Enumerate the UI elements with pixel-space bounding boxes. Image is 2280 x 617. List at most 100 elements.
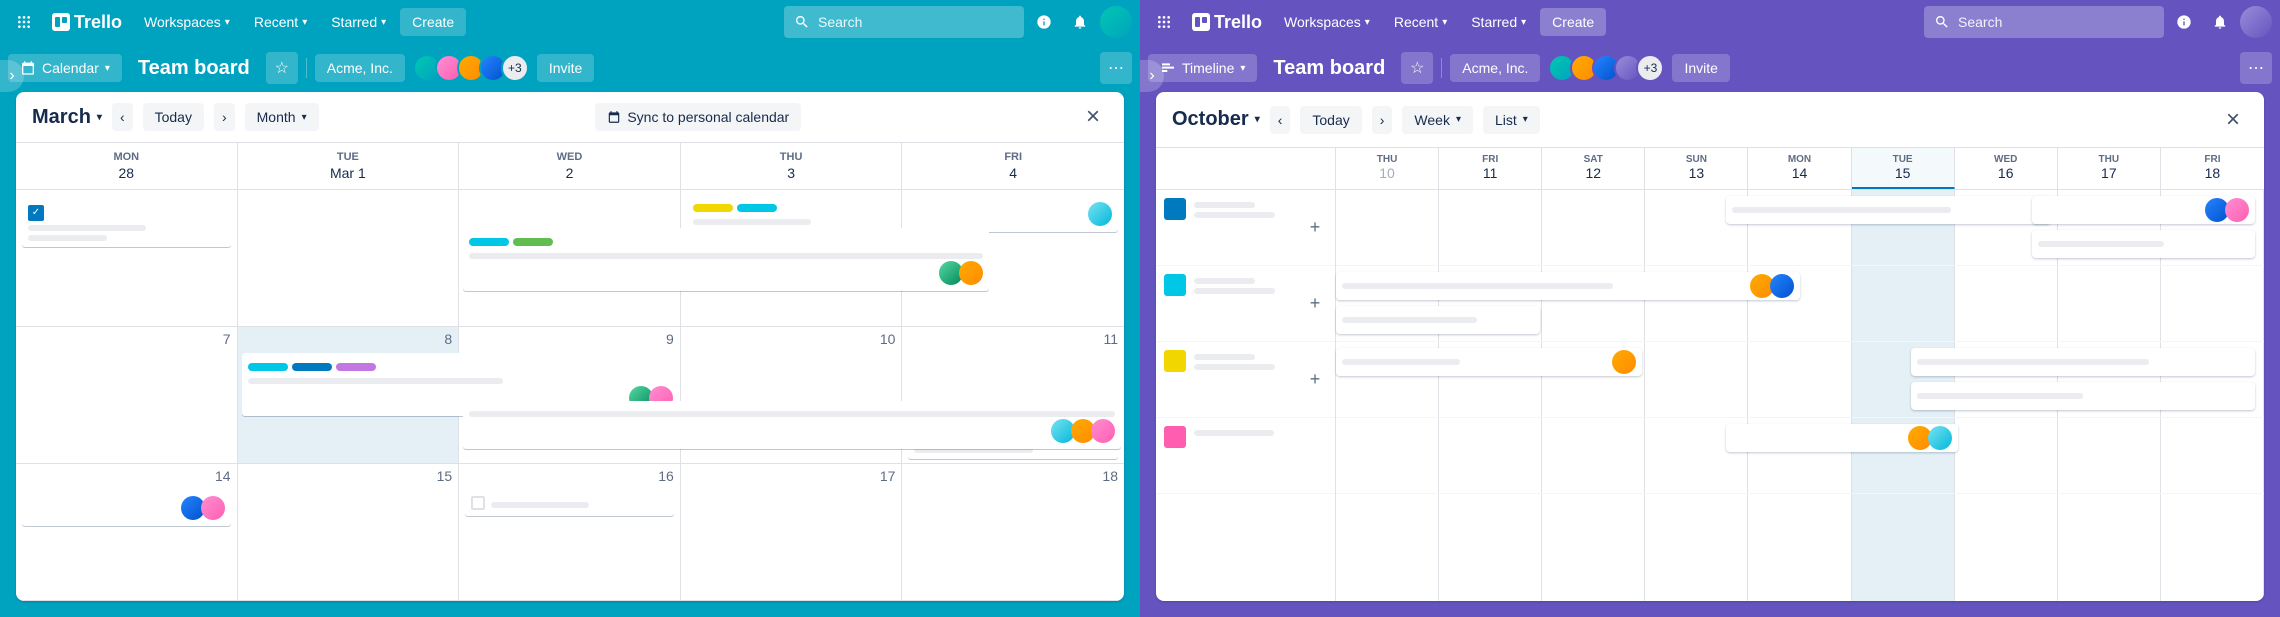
add-card-button[interactable]: + bbox=[1303, 292, 1327, 316]
timeline-row[interactable] bbox=[1336, 342, 2264, 418]
view-switcher[interactable]: Calendar▾ bbox=[8, 54, 122, 82]
topbar: Trello Workspaces▾ Recent▾ Starred▾ Crea… bbox=[0, 0, 1140, 44]
board-title[interactable]: Team board bbox=[130, 57, 258, 80]
calendar-cell[interactable]: 18 bbox=[902, 464, 1124, 600]
nav-workspaces[interactable]: Workspaces▾ bbox=[134, 8, 240, 36]
nav-workspaces[interactable]: Workspaces▾ bbox=[1274, 8, 1380, 36]
timeline-card[interactable] bbox=[1336, 348, 1642, 376]
calendar-card[interactable] bbox=[22, 488, 231, 526]
date-num: 13 bbox=[1645, 165, 1747, 181]
calendar-cell[interactable]: ✓ bbox=[16, 190, 238, 326]
workspace-button[interactable]: Acme, Inc. bbox=[1450, 54, 1540, 82]
member-overflow[interactable]: +3 bbox=[1636, 54, 1664, 82]
create-button[interactable]: Create bbox=[1540, 8, 1606, 36]
timeline-toolbar: October▾ ‹ Today › Week▾ List▾ × bbox=[1156, 92, 2264, 148]
search-input[interactable] bbox=[818, 14, 1014, 30]
info-icon[interactable] bbox=[1028, 6, 1060, 38]
add-card-button[interactable]: + bbox=[1303, 216, 1327, 240]
nav-starred[interactable]: Starred▾ bbox=[321, 8, 396, 36]
create-button[interactable]: Create bbox=[400, 8, 466, 36]
timeline-card[interactable] bbox=[1726, 196, 2051, 224]
user-avatar[interactable] bbox=[2240, 6, 2272, 38]
timeline-row[interactable] bbox=[1336, 190, 2264, 266]
nav-starred[interactable]: Starred▾ bbox=[1461, 8, 1536, 36]
range-picker[interactable]: Month▾ bbox=[245, 103, 319, 131]
notifications-icon[interactable] bbox=[1064, 6, 1096, 38]
month-picker[interactable]: October▾ bbox=[1172, 108, 1260, 131]
timeline-list-row[interactable]: + bbox=[1156, 190, 1335, 266]
timeline-card[interactable] bbox=[1911, 348, 2254, 376]
invite-button[interactable]: Invite bbox=[537, 54, 594, 82]
range-picker[interactable]: Week▾ bbox=[1402, 106, 1473, 134]
today-button[interactable]: Today bbox=[143, 103, 204, 131]
nav-recent[interactable]: Recent▾ bbox=[244, 8, 317, 36]
apps-icon[interactable] bbox=[1148, 6, 1180, 38]
prev-button[interactable]: ‹ bbox=[1270, 106, 1291, 134]
star-board[interactable]: ☆ bbox=[266, 52, 298, 84]
board-title[interactable]: Team board bbox=[1265, 57, 1393, 80]
calendar-cell[interactable]: 17 bbox=[681, 464, 903, 600]
calendar-cell[interactable]: 15 bbox=[238, 464, 460, 600]
timeline-card[interactable] bbox=[1336, 272, 1800, 300]
next-button[interactable]: › bbox=[1372, 106, 1393, 134]
calendar-card[interactable] bbox=[465, 488, 674, 516]
day-header: FRI bbox=[2161, 154, 2264, 165]
prev-button[interactable]: ‹ bbox=[112, 103, 133, 131]
next-button[interactable]: › bbox=[214, 103, 235, 131]
calendar-card[interactable] bbox=[687, 194, 896, 231]
invite-button[interactable]: Invite bbox=[1672, 54, 1729, 82]
info-icon[interactable] bbox=[2168, 6, 2200, 38]
timeline-grid: THU10 FRI11 SAT12 SUN13 MON14 TUE15 WED1… bbox=[1336, 148, 2264, 601]
calendar-cell[interactable]: 16 bbox=[459, 464, 681, 600]
timeline-row[interactable] bbox=[1336, 266, 2264, 342]
board-menu[interactable]: ⋯ bbox=[2240, 52, 2272, 84]
notifications-icon[interactable] bbox=[2204, 6, 2236, 38]
view-switcher[interactable]: Timeline▾ bbox=[1148, 54, 1257, 82]
close-button[interactable]: × bbox=[2218, 102, 2248, 138]
month-picker[interactable]: March▾ bbox=[32, 106, 102, 129]
user-avatar[interactable] bbox=[1100, 6, 1132, 38]
timeline-card[interactable] bbox=[2032, 196, 2255, 224]
day-header: SAT bbox=[1542, 154, 1644, 165]
workspace-button[interactable]: Acme, Inc. bbox=[315, 54, 405, 82]
star-board[interactable]: ☆ bbox=[1401, 52, 1433, 84]
day-header: MON bbox=[1748, 154, 1850, 165]
date-num: 9 bbox=[465, 331, 674, 347]
board-menu[interactable]: ⋯ bbox=[1100, 52, 1132, 84]
sync-button[interactable]: Sync to personal calendar bbox=[595, 103, 801, 131]
timeline-list-row[interactable]: + bbox=[1156, 342, 1335, 418]
group-picker[interactable]: List▾ bbox=[1483, 106, 1540, 134]
search-box[interactable] bbox=[784, 6, 1024, 38]
nav-recent[interactable]: Recent▾ bbox=[1384, 8, 1457, 36]
checkbox-icon[interactable] bbox=[471, 496, 485, 510]
add-card-button[interactable]: + bbox=[1303, 368, 1327, 392]
calendar-card[interactable] bbox=[463, 228, 988, 291]
calendar-cell[interactable] bbox=[459, 190, 681, 326]
timeline-card[interactable] bbox=[1726, 424, 1958, 452]
timeline-list-row[interactable]: + bbox=[1156, 266, 1335, 342]
calendar-card[interactable]: ✓ bbox=[22, 198, 231, 247]
calendar-card[interactable] bbox=[908, 194, 1118, 232]
today-button[interactable]: Today bbox=[1300, 106, 1361, 134]
timeline-list-row[interactable] bbox=[1156, 418, 1335, 494]
apps-icon[interactable] bbox=[8, 6, 40, 38]
trello-logo[interactable]: Trello bbox=[44, 12, 130, 33]
calendar-cell[interactable]: 7 bbox=[16, 327, 238, 463]
timeline-card[interactable] bbox=[1911, 382, 2254, 410]
date-num: 17 bbox=[2058, 165, 2160, 181]
trello-logo[interactable]: Trello bbox=[1184, 12, 1270, 33]
search-input[interactable] bbox=[1958, 14, 2154, 30]
timeline-row[interactable] bbox=[1336, 418, 2264, 494]
member-avatars[interactable]: +3 bbox=[413, 54, 529, 82]
member-overflow[interactable]: +3 bbox=[501, 54, 529, 82]
close-button[interactable]: × bbox=[1078, 99, 1108, 135]
calendar-cell[interactable]: 14 bbox=[16, 464, 238, 600]
member-avatars[interactable]: +3 bbox=[1548, 54, 1664, 82]
search-box[interactable] bbox=[1924, 6, 2164, 38]
timeline-card[interactable] bbox=[2032, 230, 2255, 258]
checkbox-icon[interactable]: ✓ bbox=[28, 205, 44, 221]
timeline-card[interactable] bbox=[1336, 306, 1540, 334]
calendar-cell[interactable] bbox=[238, 190, 460, 326]
calendar-card[interactable] bbox=[463, 401, 1121, 449]
calendar-cell-today[interactable]: 8 bbox=[238, 327, 460, 463]
